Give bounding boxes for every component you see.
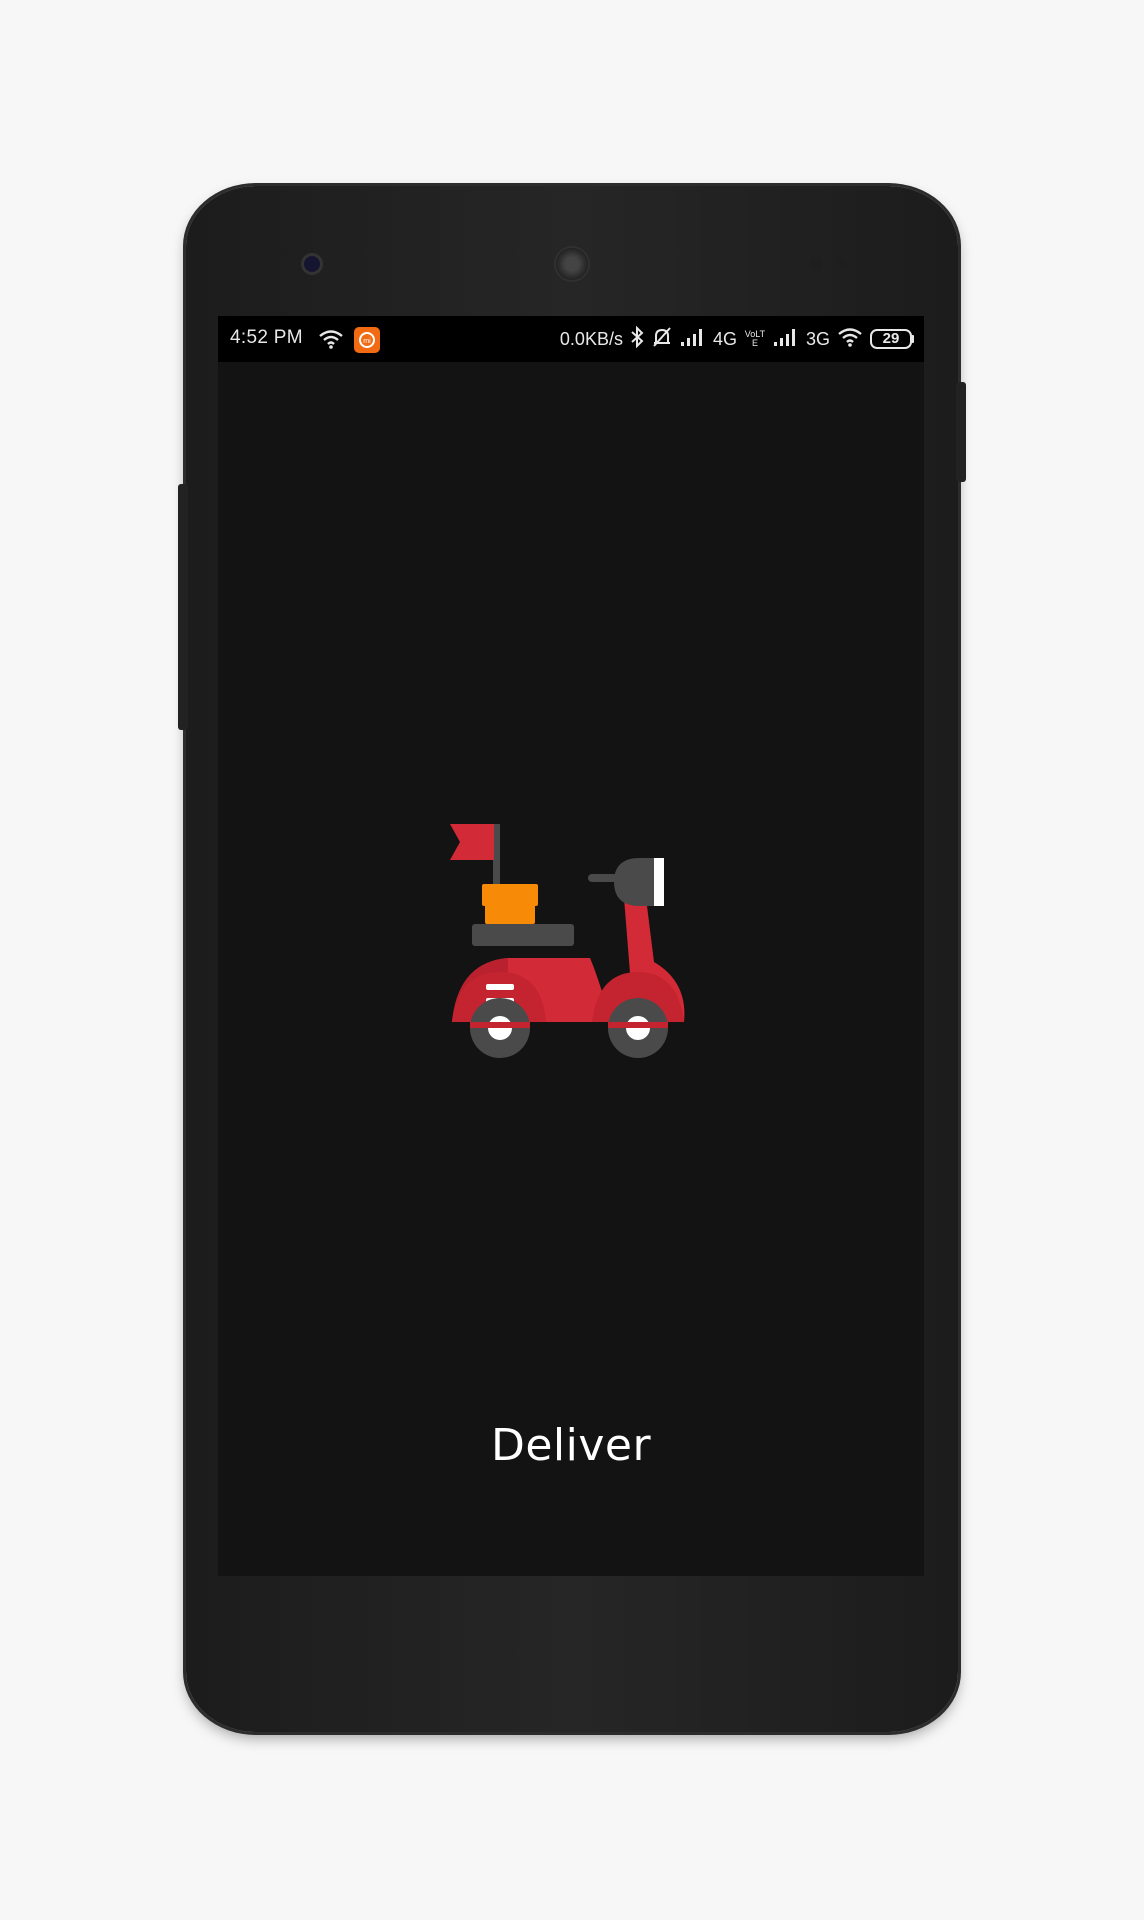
wifi-icon [837, 326, 863, 353]
mi-app-notification-icon: mi [354, 327, 380, 353]
signal-strength-icon [773, 327, 799, 352]
delivery-scooter-icon [450, 824, 685, 1058]
earpiece-speaker-icon [556, 248, 588, 280]
sensor-icon [836, 258, 846, 268]
bluetooth-icon [630, 325, 644, 353]
volte-icon: VoLTE [744, 329, 766, 348]
wifi-icon [318, 328, 344, 356]
status-bar: 4:52 PM mi 0.0KB/s 4G VoLTE 3G 29 [218, 316, 924, 362]
app-screen: 4:52 PM mi 0.0KB/s 4G VoLTE 3G 29 Delive… [218, 316, 924, 1576]
power-button [956, 382, 966, 482]
app-name: Deliver [490, 1420, 652, 1471]
status-icons: 0.0KB/s 4G VoLTE 3G 29 [560, 316, 914, 362]
volume-button [178, 484, 188, 730]
network-type-4g: 4G [712, 328, 737, 349]
battery-icon: 29 [870, 329, 914, 349]
network-type-3g: 3G [805, 328, 830, 349]
svg-text:mi: mi [363, 338, 371, 345]
signal-strength-icon [680, 327, 706, 352]
alarm-off-icon [651, 326, 673, 353]
front-camera-icon [304, 256, 320, 272]
network-speed: 0.0KB/s [559, 328, 623, 349]
sensor-icon [810, 258, 822, 270]
battery-level: 29 [882, 330, 900, 347]
status-time: 4:52 PM [230, 327, 303, 348]
